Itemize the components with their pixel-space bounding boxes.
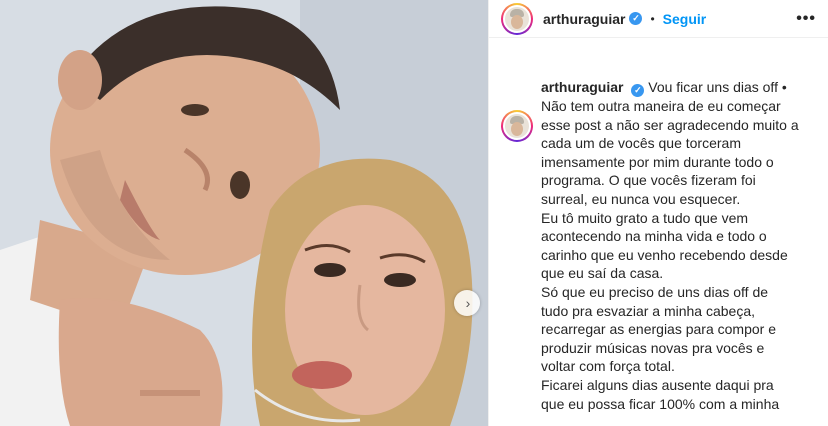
caption-line: tudo pra esvaziar a minha cabeça, [541, 302, 756, 319]
post-side-panel: arthuraguiar ✓ • Seguir ••• arthuraguiar… [488, 0, 828, 426]
caption-line: Só que eu preciso de uns dias off de [541, 283, 769, 300]
caption-line: Não tem outra maneira de eu começar [541, 98, 781, 114]
caption-username[interactable]: arthuraguiar [541, 79, 623, 95]
separator-dot: • [650, 11, 655, 26]
more-options-icon[interactable]: ••• [796, 10, 816, 28]
caption-line: que eu saí da casa. [541, 265, 664, 282]
caption-author-avatar[interactable] [501, 110, 533, 142]
caption-line: acontecendo na minha vida e todo o [541, 228, 767, 245]
caption-line: imensamente por mim durante todo o [541, 153, 774, 170]
verified-badge-icon: ✓ [629, 12, 643, 25]
carousel-next-button[interactable]: › [454, 290, 480, 316]
post-photo[interactable]: › [0, 0, 488, 426]
photo-illustration [0, 0, 488, 426]
caption-line: carinho que eu venho recebendo desde [541, 246, 788, 263]
caption-line: recarregar as energias para compor e [541, 321, 777, 338]
caption-line: programa. O que vocês fizeram foi [541, 172, 756, 189]
author-username[interactable]: arthuraguiar [543, 11, 625, 27]
caption-line: Ficarei alguns dias ausente daqui pra [541, 376, 774, 393]
follow-button[interactable]: Seguir [663, 11, 707, 27]
caption-line: que eu possa ficar 100% com a minha [541, 395, 780, 412]
verified-badge-icon: ✓ [631, 84, 645, 97]
post-caption: arthuraguiar ✓ Vou ficar uns dias off • … [541, 78, 827, 413]
caption-line: voltar com força total. [541, 358, 675, 375]
caption-line: arthuraguiar ✓ Vou ficar uns dias off • [541, 79, 787, 97]
author-avatar[interactable] [501, 2, 533, 35]
chevron-right-icon: › [465, 295, 471, 311]
caption-line: Eu tô muito grato a tudo que vem [541, 209, 749, 226]
caption-line: produzir músicas novas pra vocês e [541, 339, 765, 356]
caption-line: surreal, eu nunca vou esquecer. [541, 190, 741, 207]
caption-line: cada um de vocês que torceram [541, 135, 741, 152]
post-header: arthuraguiar ✓ • Seguir ••• [489, 0, 828, 38]
caption-line: esse post a não ser agradecendo muito a [541, 116, 799, 133]
